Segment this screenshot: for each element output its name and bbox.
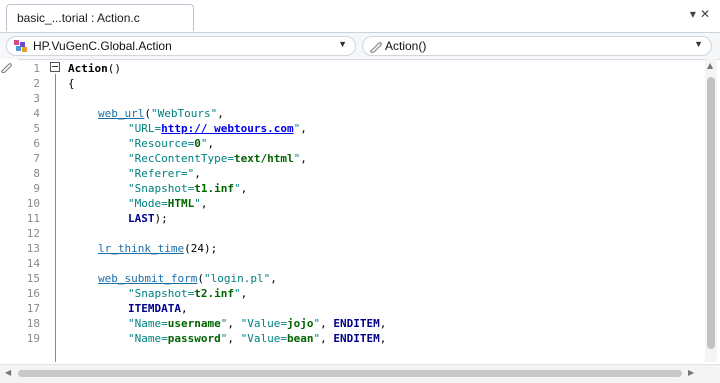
class-dropdown[interactable]: HP.VuGenC.Global.Action ▼	[6, 36, 356, 56]
line-number: 7	[33, 152, 40, 165]
line-number: 5	[33, 122, 40, 135]
line-number: 12	[26, 227, 40, 240]
code-editor[interactable]: Action() { web_url("WebTours", "URL=http…	[68, 59, 698, 362]
code-line: Action()	[68, 62, 121, 75]
tab-controls: ▾✕	[690, 7, 714, 21]
method-icon	[369, 39, 383, 56]
scroll-up-icon[interactable]: ▲	[707, 61, 713, 70]
navigation-bar: HP.VuGenC.Global.Action ▼ Action() ▼	[0, 33, 720, 60]
code-line: "Name=password", "Value=bean", ENDITEM,	[128, 332, 387, 345]
line-number: 15	[26, 272, 40, 285]
line-number: 4	[33, 107, 40, 120]
member-dropdown-value: Action()	[385, 39, 427, 53]
line-number: 14	[26, 257, 40, 270]
line-number: 1	[33, 62, 40, 75]
code-line: "Referer=",	[128, 167, 201, 180]
fold-guide	[55, 74, 56, 362]
line-number: 17	[26, 302, 40, 315]
vertical-scroll-thumb[interactable]	[707, 77, 715, 349]
horizontal-scroll-thumb[interactable]	[18, 370, 682, 377]
code-line: "Snapshot=t1.inf",	[128, 182, 248, 195]
code-line: "RecContentType=text/html",	[128, 152, 307, 165]
pin-icon[interactable]	[1, 61, 13, 76]
gutter	[0, 59, 18, 362]
line-number: 13	[26, 242, 40, 255]
code-line: web_submit_form("login.pl",	[98, 272, 277, 285]
line-number: 2	[33, 77, 40, 90]
code-line: {	[68, 77, 75, 90]
code-line: ITEMDATA,	[128, 302, 188, 315]
line-number: 16	[26, 287, 40, 300]
code-line: LAST);	[128, 212, 168, 225]
class-icon	[13, 39, 29, 56]
code-line: lr_think_time(24);	[98, 242, 218, 255]
line-number: 6	[33, 137, 40, 150]
code-line: "URL=http:// webtours.com",	[128, 122, 307, 135]
tab-label: basic_...torial : Action.c	[17, 11, 140, 25]
class-dropdown-value: HP.VuGenC.Global.Action	[33, 39, 172, 53]
code-line: "Mode=HTML",	[128, 197, 208, 210]
line-number: 9	[33, 182, 40, 195]
line-number: 3	[33, 92, 40, 105]
vertical-scrollbar[interactable]: ▲	[705, 59, 717, 362]
tab-action-c[interactable]: basic_...torial : Action.c	[6, 4, 194, 31]
line-numbers: 1 2 3 4 5 6 7 8 9 10 11 12 13 14 15 16 1…	[18, 59, 44, 362]
horizontal-scrollbar[interactable]: ◀ ▶	[0, 364, 720, 383]
line-number: 8	[33, 167, 40, 180]
tab-menu-icon[interactable]: ▾	[690, 7, 700, 21]
close-icon[interactable]: ✕	[700, 7, 714, 21]
code-line: web_url("WebTours",	[98, 107, 224, 120]
scroll-left-icon[interactable]: ◀	[5, 368, 11, 377]
fold-toggle[interactable]	[50, 62, 60, 72]
scroll-right-icon[interactable]: ▶	[688, 368, 694, 377]
member-dropdown[interactable]: Action() ▼	[362, 36, 712, 56]
line-number: 19	[26, 332, 40, 345]
code-line: "Resource=0",	[128, 137, 215, 150]
tab-bar: basic_...torial : Action.c ▾✕	[0, 0, 720, 33]
chevron-down-icon: ▼	[694, 39, 703, 49]
line-number: 18	[26, 317, 40, 330]
line-number: 11	[26, 212, 40, 225]
line-number: 10	[26, 197, 40, 210]
code-line: "Name=username", "Value=jojo", ENDITEM,	[128, 317, 387, 330]
chevron-down-icon: ▼	[338, 39, 347, 49]
code-line: "Snapshot=t2.inf",	[128, 287, 248, 300]
